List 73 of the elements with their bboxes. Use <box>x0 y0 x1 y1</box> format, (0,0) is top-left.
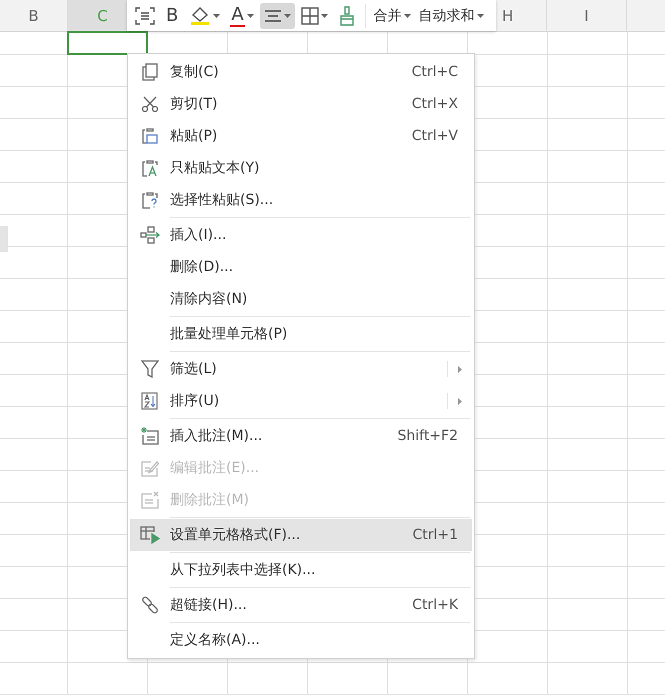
paint-bucket-icon <box>189 6 212 26</box>
menu-item-label: 定义名称(A)... <box>170 631 261 649</box>
grid-icon <box>300 6 319 24</box>
menu-item[interactable]: 插入批注(M)... Shift+F2 <box>130 420 472 452</box>
menu-item[interactable]: 选择性粘贴(S)... <box>130 184 472 216</box>
submenu-arrow-icon <box>458 366 462 372</box>
shortcut-label: Ctrl+1 <box>412 527 458 543</box>
menu-item[interactable]: 清除内容(N) <box>130 283 472 315</box>
frame-icon <box>135 6 155 24</box>
clipboard-question-icon <box>141 191 159 209</box>
dropdown-button[interactable]: 自动求和 <box>416 2 487 28</box>
scissors-icon <box>141 95 159 113</box>
filter-icon <box>141 360 159 378</box>
menu-item-label: 编辑批注(E)... <box>170 459 260 477</box>
brush-icon <box>338 6 356 26</box>
align-center-icon <box>264 8 282 22</box>
shortcut-label: Ctrl+C <box>412 64 458 80</box>
table-play-icon <box>140 526 160 544</box>
shortcut-label: Shift+F2 <box>397 428 458 444</box>
shortcut-label: Ctrl+K <box>412 597 458 613</box>
menu-item-label: 删除(D)... <box>170 258 234 276</box>
format-button[interactable]: B <box>161 2 184 28</box>
menu-item[interactable]: 插入(I)... <box>130 219 472 251</box>
caret-icon <box>246 14 254 18</box>
menu-item-label: 粘贴(P) <box>170 127 218 145</box>
clipboard-icon <box>141 127 159 145</box>
submenu-arrow-icon <box>458 398 462 404</box>
menu-item-label: 插入批注(M)... <box>170 427 264 445</box>
collapse-handle[interactable] <box>0 226 8 252</box>
note-edit-icon <box>141 459 159 477</box>
menu-item[interactable]: 超链接(H)... Ctrl+K <box>130 589 472 621</box>
menu-item[interactable]: 筛选(L) <box>130 353 472 385</box>
menu-item-label: 超链接(H)... <box>170 596 248 614</box>
shortcut-label: Ctrl+X <box>412 96 458 112</box>
caret-icon <box>320 14 328 18</box>
menu-item[interactable]: 只粘贴文本(Y) <box>130 152 472 184</box>
menu-item[interactable]: 复制(C) Ctrl+C <box>130 56 472 88</box>
caret-icon <box>476 14 484 18</box>
note-delete-icon <box>141 491 159 509</box>
menu-item-label: 只粘贴文本(Y) <box>170 159 260 177</box>
column-header[interactable]: I <box>547 0 627 31</box>
menu-item[interactable]: 设置单元格格式(F)... Ctrl+1 <box>130 519 472 551</box>
menu-item[interactable]: 定义名称(A)... <box>130 624 472 656</box>
caret-icon <box>404 14 411 18</box>
menu-item[interactable]: 删除(D)... <box>130 251 472 283</box>
copy-icon <box>141 63 159 81</box>
menu-item[interactable]: 从下拉列表中选择(K)... <box>130 554 472 586</box>
menu-item-label: 插入(I)... <box>170 226 228 244</box>
menu-item-label: 删除批注(M) <box>170 491 250 509</box>
menu-item-label: 排序(U) <box>170 392 220 410</box>
menu-item-label: 剪切(T) <box>170 95 218 113</box>
dropdown-button[interactable]: 合并 <box>370 2 414 28</box>
menu-item[interactable]: 批量处理单元格(P) <box>130 318 472 350</box>
menu-item-label: 复制(C) <box>170 63 220 81</box>
clipboard-letter-icon <box>141 159 159 177</box>
caret-icon <box>213 14 220 18</box>
menu-item[interactable]: 粘贴(P) Ctrl+V <box>130 120 472 152</box>
insert-cells-icon <box>140 226 160 244</box>
sort-icon <box>141 392 159 410</box>
menu-item-label: 设置单元格格式(F)... <box>170 526 302 544</box>
menu-item-label: 筛选(L) <box>170 360 218 378</box>
menu-item-label: 选择性粘贴(S)... <box>170 191 274 209</box>
menu-item[interactable]: 剪切(T) Ctrl+X <box>130 88 472 120</box>
menu-item-label: 清除内容(N) <box>170 290 248 308</box>
menu-item-label: 从下拉列表中选择(K)... <box>170 561 316 579</box>
note-add-icon <box>141 427 159 445</box>
caret-icon <box>284 14 291 18</box>
menu-item-label: 批量处理单元格(P) <box>170 325 288 343</box>
link-icon <box>141 596 159 614</box>
format-button[interactable]: A <box>226 2 258 28</box>
shortcut-label: Ctrl+V <box>412 128 458 144</box>
toolbar-button[interactable] <box>260 2 295 28</box>
menu-item[interactable]: 排序(U) <box>130 385 472 417</box>
